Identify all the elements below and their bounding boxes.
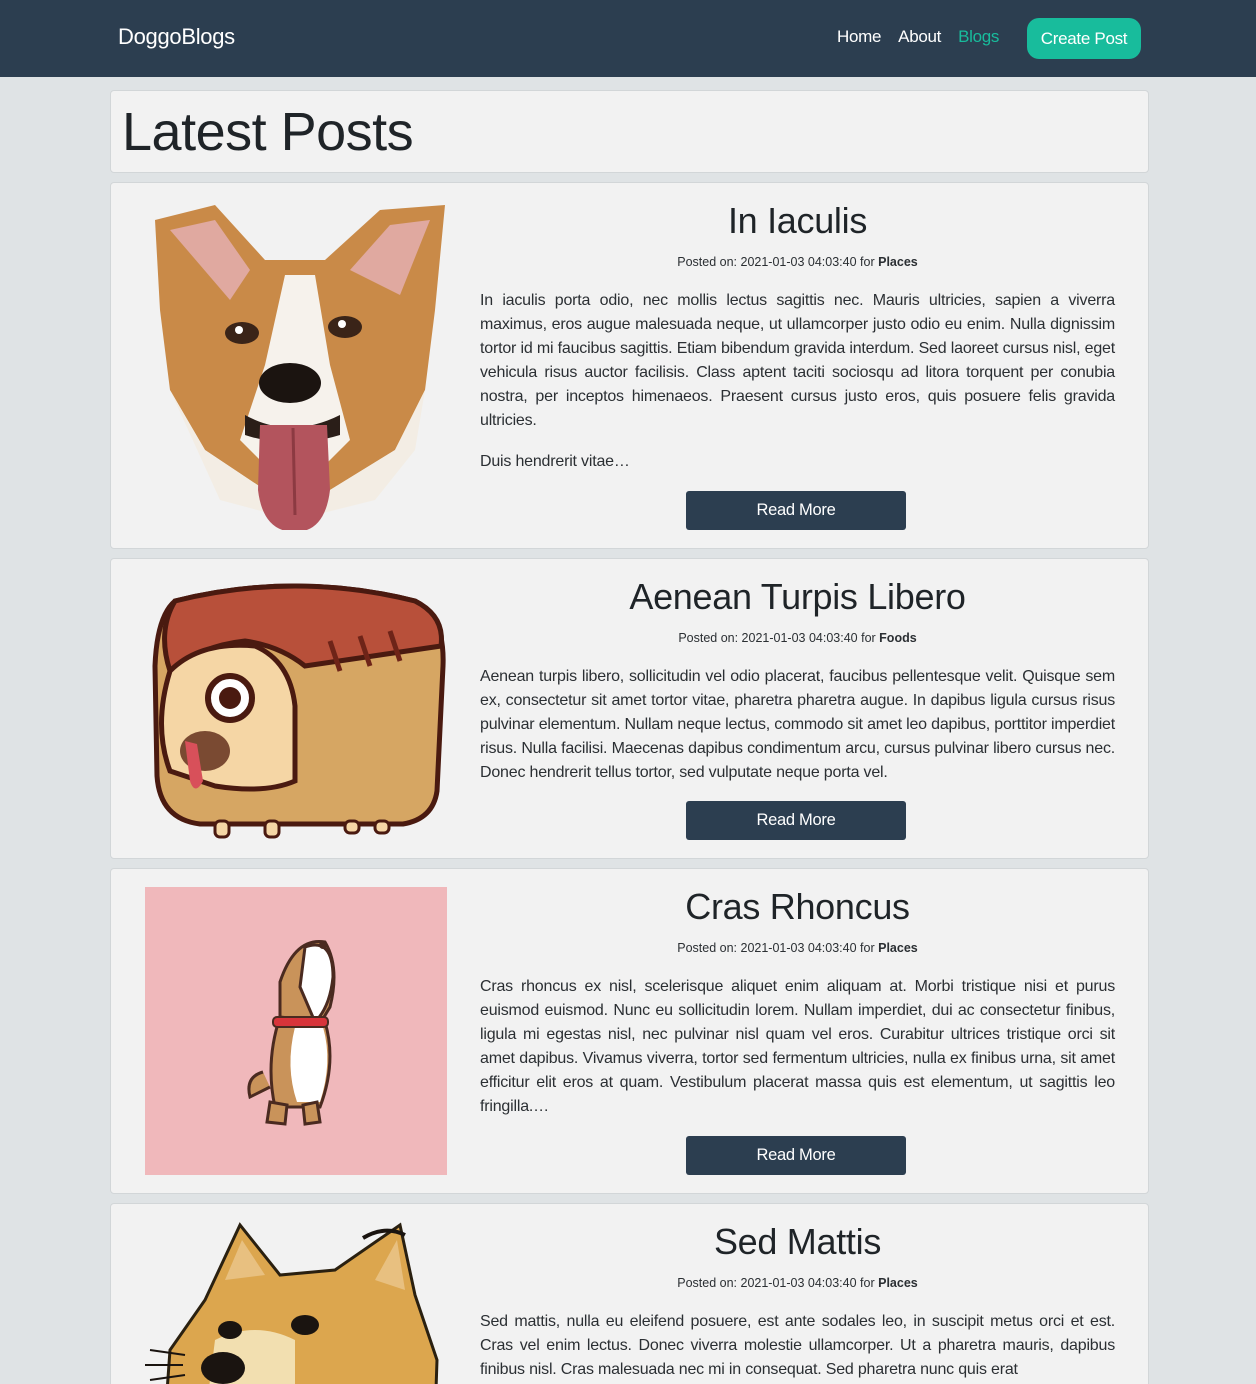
post-title[interactable]: Cras Rhoncus [480,886,1115,928]
nav-links: Home About Blogs [837,27,999,47]
page-header-card: Latest Posts [110,90,1149,173]
read-more-button[interactable]: Read More [686,491,906,530]
post-date: Posted on: 2021-01-03 04:03:40 for [678,631,876,645]
post-title[interactable]: Sed Mattis [480,1221,1115,1263]
post-body: Sed Mattis Posted on: 2021-01-03 04:03:4… [480,1221,1115,1382]
post-card: Sed Mattis Posted on: 2021-01-03 04:03:4… [110,1203,1149,1384]
post-meta: Posted on: 2021-01-03 04:03:40 for Place… [480,1276,1115,1290]
read-more-button[interactable]: Read More [686,1136,906,1175]
post-date: Posted on: 2021-01-03 04:03:40 for [677,255,875,269]
post-category[interactable]: Places [878,941,918,955]
post-title[interactable]: In Iaculis [480,200,1115,242]
post-card: In Iaculis Posted on: 2021-01-03 04:03:4… [110,182,1149,549]
post-meta: Posted on: 2021-01-03 04:03:40 for Foods [480,631,1115,645]
post-body: In Iaculis Posted on: 2021-01-03 04:03:4… [480,200,1115,474]
pug-bread-image [152,583,446,839]
page-title: Latest Posts [122,102,414,162]
post-excerpt: Cras rhoncus ex nisl, scelerisque alique… [480,978,1115,1115]
puppy-pink-image [145,887,447,1175]
post-excerpt: Sed mattis, nulla eu eleifend posuere, e… [480,1313,1115,1378]
shiba-doge-image [145,1222,439,1384]
nav-link-home[interactable]: Home [837,27,881,47]
corgi-image [155,205,445,530]
brand-logo[interactable]: DoggoBlogs [118,24,235,50]
navbar: DoggoBlogs Home About Blogs Create Post [0,0,1256,77]
nav-link-blogs[interactable]: Blogs [958,27,999,47]
post-excerpt-continued: Duis hendrerit vitae… [480,453,630,470]
post-meta: Posted on: 2021-01-03 04:03:40 for Place… [480,255,1115,269]
post-category[interactable]: Places [878,255,918,269]
post-card: Cras Rhoncus Posted on: 2021-01-03 04:03… [110,868,1149,1194]
post-excerpt: Aenean turpis libero, sollicitudin vel o… [480,668,1115,781]
post-excerpt: In iaculis porta odio, nec mollis lectus… [480,292,1115,429]
post-category[interactable]: Foods [879,631,917,645]
post-title[interactable]: Aenean Turpis Libero [480,576,1115,618]
post-category[interactable]: Places [878,1276,918,1290]
post-body: Cras Rhoncus Posted on: 2021-01-03 04:03… [480,886,1115,1119]
post-date: Posted on: 2021-01-03 04:03:40 for [677,1276,875,1290]
post-meta: Posted on: 2021-01-03 04:03:40 for Place… [480,941,1115,955]
post-card: Aenean Turpis Libero Posted on: 2021-01-… [110,558,1149,859]
post-date: Posted on: 2021-01-03 04:03:40 for [677,941,875,955]
read-more-button[interactable]: Read More [686,801,906,840]
post-body: Aenean Turpis Libero Posted on: 2021-01-… [480,576,1115,785]
create-post-button[interactable]: Create Post [1027,18,1141,59]
nav-link-about[interactable]: About [898,27,941,47]
